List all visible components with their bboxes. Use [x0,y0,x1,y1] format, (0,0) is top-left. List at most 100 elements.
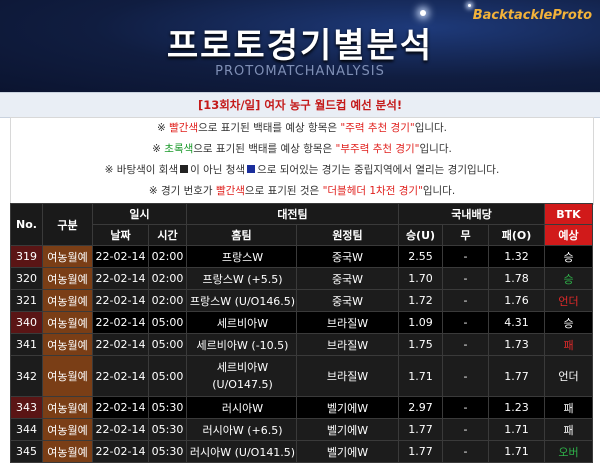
header-matchup: 대전팀 [186,203,399,225]
match-no: 319 [10,245,43,268]
btk-prediction: 패 [544,396,593,419]
notice-line: ※ 바탕색이 회색 이 아닌 청색 으로 되어있는 경기는 중립지역에서 열리는 경… [104,164,500,176]
home-team: 러시아W [186,396,297,419]
odds-draw: - [442,267,489,290]
odds-draw: - [442,311,489,334]
match-date: 22-02-14 [92,333,149,356]
odds-win: 1.72 [398,289,443,312]
odds-win: 1.75 [398,333,443,356]
match-category: 여농월예 [42,289,93,312]
home-team: 러시아W (+6.5) [186,418,297,441]
odds-win: 2.97 [398,396,443,419]
header-datetime: 일시 [92,203,187,225]
notice-box: ※ 빨간색으로 표기된 백태를 예상 항목은 "주력 추천 경기"입니다. ※ … [10,117,594,205]
table-row[interactable]: 340 여농월예 22-02-14 05:00 세르비아W 브라질W 1.09 … [10,311,593,334]
away-team: 중국W [296,267,399,290]
banner-title: 프로토경기별분석 [166,26,434,66]
header-away: 원정팀 [296,224,399,246]
gray-square-icon [180,165,189,173]
notice-line: ※ 경기 번호가 빨간색으로 표기된 것은 "더블헤더 1차전 경기"입니다. [148,185,456,197]
analysis-title: 여자 농구 월드컵 예선 분석! [264,98,403,112]
table-row[interactable]: 344 여농월예 22-02-14 05:30 러시아W (+6.5) 벨기에W… [10,418,593,441]
btk-prediction: 승 [544,267,593,290]
blue-square-icon [247,165,256,173]
btk-prediction: 오버 [544,440,593,463]
header-win: 승(U) [398,224,443,246]
home-team: 프랑스W (U/O146.5) [186,289,297,312]
table-row[interactable]: 321 여농월예 22-02-14 02:00 프랑스W (U/O146.5) … [10,289,593,312]
table-row[interactable]: 320 여농월예 22-02-14 02:00 프랑스W (+5.5) 중국W … [10,267,593,290]
odds-draw: - [442,440,489,463]
header-date: 날짜 [92,224,149,246]
btk-prediction: 언더 [544,289,593,312]
odds-lose: 1.73 [488,333,545,356]
odds-win: 2.55 [398,245,443,268]
odds-lose: 1.71 [488,440,545,463]
match-date: 22-02-14 [92,396,149,419]
sparkle-icon [468,4,471,7]
match-category: 여농월예 [42,311,93,334]
home-team: 세르비아W (-10.5) [186,333,297,356]
odds-win: 1.09 [398,311,443,334]
banner: 프로토경기별분석 PROTOMATCHANALYSIS BacktacklePr… [0,0,600,92]
home-team: 프랑스W [186,245,297,268]
odds-draw: - [442,289,489,312]
table-row[interactable]: 345 여농월예 22-02-14 05:30 러시아W (U/O141.5) … [10,440,593,463]
header-lose: 패(O) [488,224,545,246]
odds-win: 1.77 [398,440,443,463]
match-no: 340 [10,311,43,334]
btk-prediction: 승 [544,311,593,334]
match-date: 22-02-14 [92,267,149,290]
table-row[interactable]: 319 여농월예 22-02-14 02:00 프랑스W 중국W 2.55 - … [10,245,593,268]
match-date: 22-02-14 [92,355,149,397]
table-row[interactable]: 343 여농월예 22-02-14 05:30 러시아W 벨기에W 2.97 -… [10,396,593,419]
home-team: 세르비아W [186,311,297,334]
odds-win: 1.77 [398,418,443,441]
match-date: 22-02-14 [92,289,149,312]
match-no: 343 [10,396,43,419]
match-time: 02:00 [148,267,187,290]
odds-win: 1.70 [398,267,443,290]
sparkle-icon [420,10,426,16]
match-time: 05:00 [148,311,187,334]
match-category: 여농월예 [42,440,93,463]
away-team: 중국W [296,245,399,268]
round-label: [13회차/일] [197,98,261,112]
page: 프로토경기별분석 PROTOMATCHANALYSIS BacktacklePr… [0,0,600,466]
match-time: 05:30 [148,418,187,441]
brand-logo[interactable]: BacktackleProto [473,8,592,23]
header-time: 시간 [148,224,187,246]
home-team: 세르비아W (U/O147.5) [186,355,297,397]
odds-lose: 1.78 [488,267,545,290]
notice-line: ※ 초록색으로 표기된 백태를 예상 항목은 "부주력 추천 경기"입니다. [152,143,452,155]
odds-lose: 1.77 [488,355,545,397]
btk-prediction: 승 [544,245,593,268]
match-date: 22-02-14 [92,311,149,334]
match-time: 05:00 [148,333,187,356]
odds-lose: 4.31 [488,311,545,334]
match-category: 여농월예 [42,245,93,268]
match-time: 05:30 [148,440,187,463]
header-pred: 예상 [544,224,593,246]
match-category: 여농월예 [42,396,93,419]
btk-prediction: 패 [544,418,593,441]
away-team: 브라질W [296,333,399,356]
btk-prediction: 패 [544,333,593,356]
header-home: 홈팀 [186,224,297,246]
odds-draw: - [442,418,489,441]
notice-line: ※ 빨간색으로 표기된 백태를 예상 항목은 "주력 추천 경기"입니다. [156,122,448,134]
match-no: 345 [10,440,43,463]
table-row[interactable]: 341 여농월예 22-02-14 05:00 세르비아W (-10.5) 브라… [10,333,593,356]
analysis-heading: [13회차/일] 여자 농구 월드컵 예선 분석! [0,92,600,118]
home-team: 프랑스W (+5.5) [186,267,297,290]
odds-lose: 1.76 [488,289,545,312]
match-date: 22-02-14 [92,440,149,463]
odds-win: 1.71 [398,355,443,397]
away-team: 벨기에W [296,440,399,463]
table-row[interactable]: 342 여농월예 22-02-14 05:00 세르비아W (U/O147.5)… [10,355,593,397]
match-no: 342 [10,355,43,397]
match-category: 여농월예 [42,333,93,356]
header-no: No. [10,203,43,246]
match-no: 320 [10,267,43,290]
match-no: 341 [10,333,43,356]
